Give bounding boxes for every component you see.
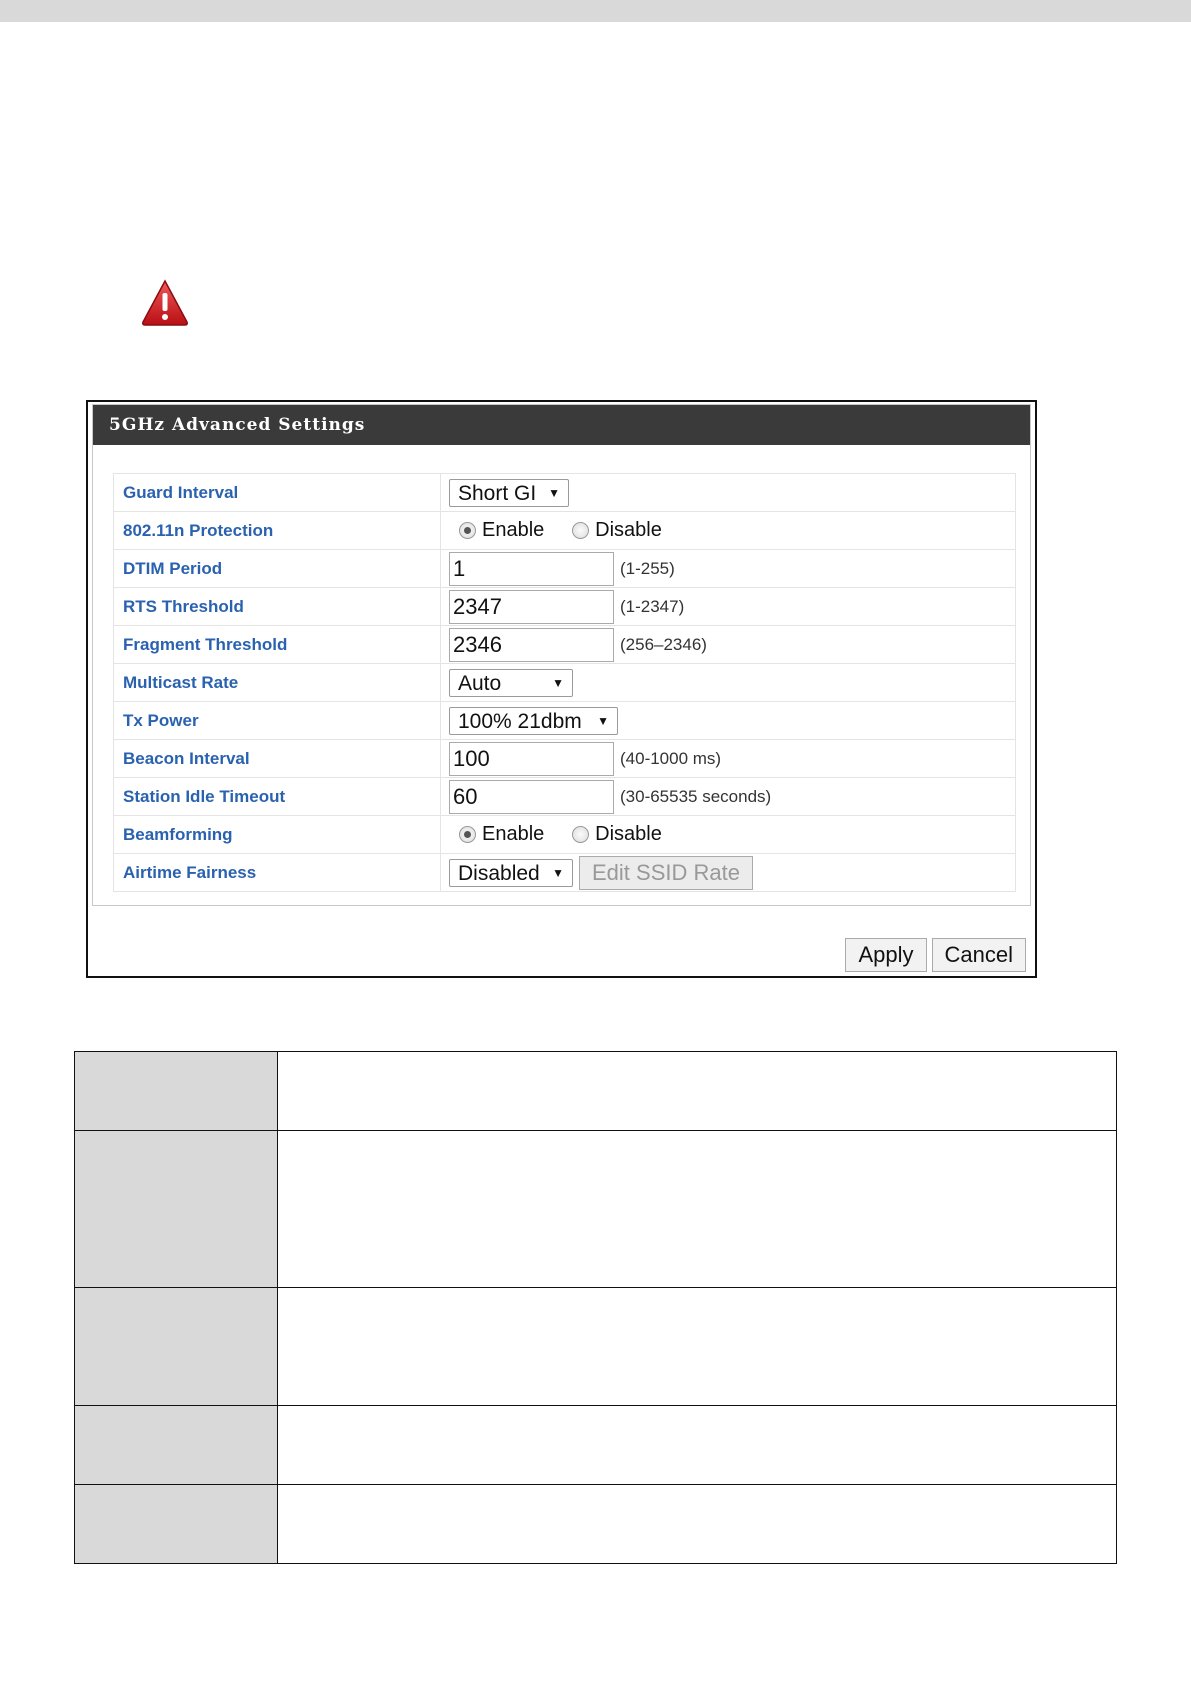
dtim-period-hint: (1-255) bbox=[620, 558, 675, 578]
apply-button[interactable]: Apply bbox=[845, 938, 927, 972]
station-idle-timeout-input[interactable]: 60 bbox=[449, 779, 614, 814]
edit-ssid-rate-button[interactable]: Edit SSID Rate bbox=[579, 855, 753, 890]
airtime-fairness-select[interactable]: Disabled ▼ bbox=[449, 858, 573, 887]
protection-label: 802.11n Protection bbox=[113, 511, 441, 550]
description-table bbox=[74, 1051, 1117, 1564]
rts-threshold-label: RTS Threshold bbox=[113, 587, 441, 626]
table-row bbox=[74, 1287, 1117, 1406]
dtim-period-input[interactable]: 1 bbox=[449, 551, 614, 586]
fragment-threshold-hint: (256–2346) bbox=[620, 634, 707, 654]
row-fragment-threshold: Fragment Threshold 2346 (256–2346) bbox=[113, 625, 1016, 664]
protection-enable-label: Enable bbox=[482, 519, 545, 542]
panel-title: 5GHz Advanced Settings bbox=[93, 405, 1030, 445]
row-station-idle-timeout: Station Idle Timeout 60 (30-65535 seconds… bbox=[113, 777, 1016, 816]
fragment-threshold-label: Fragment Threshold bbox=[113, 625, 441, 664]
definition-cell bbox=[277, 1484, 1117, 1564]
chevron-down-icon: ▼ bbox=[552, 675, 564, 690]
table-row bbox=[74, 1405, 1117, 1485]
dtim-period-label: DTIM Period bbox=[113, 549, 441, 588]
tx-power-select[interactable]: 100% 21dbm ▼ bbox=[449, 706, 618, 735]
tx-power-label: Tx Power bbox=[113, 701, 441, 740]
fragment-threshold-input[interactable]: 2346 bbox=[449, 627, 614, 662]
beacon-interval-label: Beacon Interval bbox=[113, 739, 441, 778]
row-airtime-fairness: Airtime Fairness Disabled ▼ Edit SSID Rat… bbox=[113, 853, 1016, 892]
beamforming-label: Beamforming bbox=[113, 815, 441, 854]
beamforming-disable-radio[interactable] bbox=[572, 826, 590, 844]
station-idle-timeout-label: Station Idle Timeout bbox=[113, 777, 441, 816]
table-row bbox=[74, 1484, 1117, 1564]
definition-cell bbox=[277, 1051, 1117, 1131]
beamforming-enable-radio[interactable] bbox=[459, 826, 476, 844]
chevron-down-icon: ▼ bbox=[552, 865, 564, 880]
term-cell bbox=[74, 1051, 278, 1131]
chevron-down-icon: ▼ bbox=[597, 713, 609, 728]
page-top-bar bbox=[0, 0, 1191, 22]
definition-cell bbox=[277, 1287, 1117, 1406]
definition-cell bbox=[277, 1130, 1117, 1288]
multicast-rate-label: Multicast Rate bbox=[113, 663, 441, 702]
protection-enable-radio[interactable] bbox=[459, 522, 476, 540]
chevron-down-icon: ▼ bbox=[548, 485, 560, 500]
beamforming-disable-label: Disable bbox=[595, 823, 662, 846]
guard-interval-select[interactable]: Short GI ▼ bbox=[449, 478, 569, 507]
term-cell bbox=[74, 1405, 278, 1485]
settings-frame: 5GHz Advanced Settings Guard Interval Sh… bbox=[92, 404, 1031, 906]
guard-interval-label: Guard Interval bbox=[113, 473, 441, 512]
row-guard-interval: Guard Interval Short GI ▼ bbox=[113, 473, 1016, 512]
advanced-settings-panel: 5GHz Advanced Settings Guard Interval Sh… bbox=[86, 400, 1037, 978]
multicast-rate-select[interactable]: Auto ▼ bbox=[449, 668, 573, 697]
term-cell bbox=[74, 1130, 278, 1288]
table-row bbox=[74, 1051, 1117, 1131]
definition-cell bbox=[277, 1405, 1117, 1485]
beacon-interval-hint: (40-1000 ms) bbox=[620, 748, 722, 768]
row-rts-threshold: RTS Threshold 2347 (1-2347) bbox=[113, 587, 1016, 626]
rts-threshold-hint: (1-2347) bbox=[620, 596, 685, 616]
row-beacon-interval: Beacon Interval 100 (40-1000 ms) bbox=[113, 739, 1016, 778]
row-beamforming: Beamforming Enable Disable bbox=[113, 815, 1016, 854]
beacon-interval-input[interactable]: 100 bbox=[449, 741, 614, 776]
beamforming-enable-label: Enable bbox=[482, 823, 545, 846]
row-dtim-period: DTIM Period 1 (1-255) bbox=[113, 549, 1016, 588]
panel-footer: Apply Cancel bbox=[840, 938, 1026, 972]
station-idle-timeout-hint: (30-65535 seconds) bbox=[620, 786, 772, 806]
row-tx-power: Tx Power 100% 21dbm ▼ bbox=[113, 701, 1016, 740]
warning-icon bbox=[142, 279, 188, 326]
protection-disable-radio[interactable] bbox=[572, 522, 590, 540]
cancel-button[interactable]: Cancel bbox=[931, 938, 1026, 972]
airtime-fairness-label: Airtime Fairness bbox=[113, 853, 441, 892]
table-row bbox=[74, 1130, 1117, 1288]
settings-table: Guard Interval Short GI ▼ 802.11n Protect… bbox=[113, 473, 1016, 892]
term-cell bbox=[74, 1287, 278, 1406]
rts-threshold-input[interactable]: 2347 bbox=[449, 589, 614, 624]
row-multicast-rate: Multicast Rate Auto ▼ bbox=[113, 663, 1016, 702]
term-cell bbox=[74, 1484, 278, 1564]
row-80211n-protection: 802.11n Protection Enable Disable bbox=[113, 511, 1016, 550]
protection-disable-label: Disable bbox=[595, 519, 662, 542]
